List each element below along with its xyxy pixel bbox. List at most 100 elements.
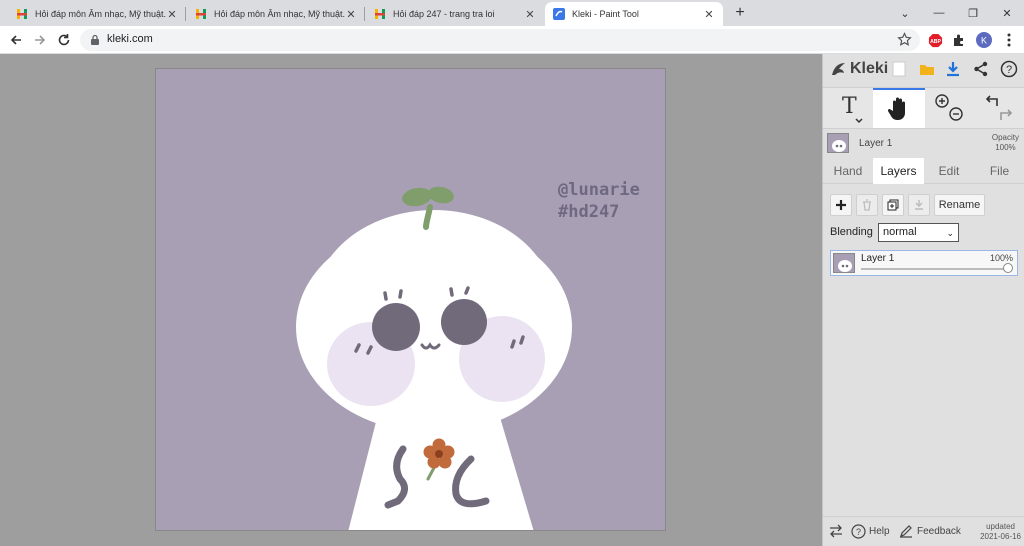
layer-thumbnail	[827, 133, 849, 153]
delete-layer-button[interactable]	[856, 194, 878, 216]
browser-tab[interactable]: Hỏi đáp môn Âm nhạc, Mỹ thuật... ✕	[187, 2, 365, 26]
text-tool[interactable]: T	[829, 88, 873, 128]
help-circle-icon: ?	[851, 524, 866, 539]
current-layer-opacity: Opacity 100%	[991, 133, 1019, 152]
tab-title: Kleki - Paint Tool	[572, 9, 639, 19]
merge-down-button[interactable]	[908, 194, 930, 216]
window-close-icon[interactable]: ✕	[990, 0, 1024, 26]
zoom-tools[interactable]	[927, 88, 971, 128]
undo-redo-icon	[985, 95, 1013, 120]
panel-footer: ? Help Feedback updated 2021-06-16	[823, 516, 1024, 546]
svg-text:ABP: ABP	[930, 38, 941, 44]
tab-title: Hỏi đáp 247 - trang tra loi	[393, 9, 495, 19]
duplicate-icon	[887, 199, 899, 211]
drawing-canvas[interactable]: @lunarie #hd247	[155, 68, 666, 531]
trash-icon	[863, 199, 871, 211]
browser-menu-icon[interactable]	[1000, 31, 1018, 49]
tab-title: Hỏi đáp môn Âm nhạc, Mỹ thuật...	[214, 9, 345, 19]
feedback-button[interactable]: Feedback	[899, 524, 961, 538]
help-label: Help	[869, 526, 890, 537]
kleki-logo-icon	[832, 63, 845, 75]
layer-thumbnail	[833, 253, 855, 273]
tab-edit[interactable]: Edit	[924, 158, 974, 184]
tab-close-icon[interactable]: ✕	[524, 8, 536, 21]
blending-value: normal	[883, 226, 917, 238]
help-icon[interactable]: ?	[999, 58, 1019, 80]
merge-down-icon	[915, 200, 923, 210]
hand-tool[interactable]	[873, 88, 925, 128]
minimize-icon[interactable]: —	[922, 0, 956, 26]
kleki-logo[interactable]: Kleki	[829, 58, 888, 80]
layer-name: Layer 1	[861, 253, 895, 264]
add-layer-button[interactable]	[830, 194, 852, 216]
browser-tab[interactable]: Hỏi đáp môn Âm nhạc, Mỹ thuật... ✕	[8, 2, 186, 26]
adblock-icon[interactable]: ABP	[926, 31, 944, 49]
layer-opacity-slider-handle[interactable]	[1003, 263, 1013, 273]
url-text: kleki.com	[107, 33, 153, 45]
svg-text:K: K	[981, 36, 987, 46]
drawing-artwork	[296, 186, 572, 530]
browser-tab-active[interactable]: Kleki - Paint Tool ✕	[545, 2, 723, 26]
current-layer-name: Layer 1	[859, 138, 893, 149]
tab-title: Hỏi đáp môn Âm nhạc, Mỹ thuật...	[35, 9, 166, 19]
chevron-down-icon[interactable]: ⌄	[888, 0, 922, 26]
canvas-workspace[interactable]: @lunarie #hd247	[0, 54, 822, 546]
zoom-in-out-icon	[935, 94, 963, 121]
feedback-pencil-icon	[900, 525, 912, 538]
browser-toolbar: kleki.com ABP K	[0, 26, 1024, 54]
layer-opacity-slider[interactable]	[861, 268, 1011, 270]
address-bar[interactable]: kleki.com	[80, 29, 920, 51]
share-icon[interactable]	[971, 58, 991, 80]
download-icon[interactable]	[943, 58, 963, 80]
layer-opacity-value: 100%	[989, 253, 1013, 263]
chevron-down-icon: ⌄	[946, 228, 954, 238]
layer-list-item[interactable]: Layer 1 100%	[830, 250, 1018, 276]
kleki-side-panel: Kleki ? T Layer 1 Opacity 100% Hand Laye…	[822, 54, 1024, 546]
new-image-icon[interactable]	[889, 58, 909, 80]
kleki-favicon-icon	[553, 8, 565, 20]
watermark-handle: @lunarie	[558, 180, 640, 200]
swap-sides-icon[interactable]	[829, 524, 843, 538]
text-tool-icon: T	[842, 94, 863, 124]
reload-icon[interactable]	[55, 31, 73, 49]
hoidap-favicon-icon	[17, 9, 27, 19]
svg-text:?: ?	[1006, 64, 1012, 76]
tab-file[interactable]: File	[974, 158, 1024, 184]
browser-tab-strip: Hỏi đáp môn Âm nhạc, Mỹ thuật... ✕ Hỏi đ…	[0, 0, 1024, 26]
watermark-hashtag: #hd247	[558, 202, 620, 222]
blending-label: Blending	[830, 226, 873, 238]
extensions-puzzle-icon[interactable]	[950, 31, 968, 49]
plus-icon	[836, 200, 846, 210]
profile-avatar[interactable]: K	[975, 31, 993, 49]
tab-hand[interactable]: Hand	[823, 158, 873, 184]
blending-select[interactable]: normal ⌄	[878, 223, 959, 242]
forward-icon[interactable]	[31, 31, 49, 49]
feedback-label: Feedback	[917, 525, 961, 537]
lock-icon	[91, 34, 99, 45]
tool-bar: T	[823, 87, 1024, 129]
tab-layers[interactable]: Layers	[873, 158, 924, 184]
hoidap-favicon-icon	[375, 9, 385, 19]
svg-text:?: ?	[856, 527, 861, 537]
save-folder-icon[interactable]	[917, 58, 937, 80]
new-tab-button[interactable]: +	[730, 3, 750, 23]
help-button[interactable]: ? Help	[851, 524, 890, 539]
tab-close-icon[interactable]: ✕	[166, 8, 178, 21]
tab-close-icon[interactable]: ✕	[345, 8, 357, 21]
hand-icon	[887, 97, 905, 120]
svg-text:T: T	[842, 94, 857, 119]
browser-tab[interactable]: Hỏi đáp 247 - trang tra loi ✕	[366, 2, 544, 26]
tab-close-icon[interactable]: ✕	[703, 8, 715, 21]
restore-icon[interactable]: ❐	[956, 0, 990, 26]
back-icon[interactable]	[7, 31, 25, 49]
bookmark-star-icon[interactable]	[897, 32, 912, 47]
panel-tabs: Hand Layers Edit File	[823, 158, 1024, 184]
undo-redo-tools[interactable]	[975, 88, 1023, 128]
brand-name: Kleki	[850, 60, 889, 77]
duplicate-layer-button[interactable]	[882, 194, 904, 216]
hoidap-favicon-icon	[196, 9, 206, 19]
artwork-watermark: @lunarie #hd247	[558, 179, 640, 223]
updated-info: updated 2021-06-16	[980, 522, 1021, 541]
current-layer-header: Layer 1 Opacity 100%	[823, 130, 1024, 158]
rename-layer-button[interactable]: Rename	[934, 194, 985, 216]
